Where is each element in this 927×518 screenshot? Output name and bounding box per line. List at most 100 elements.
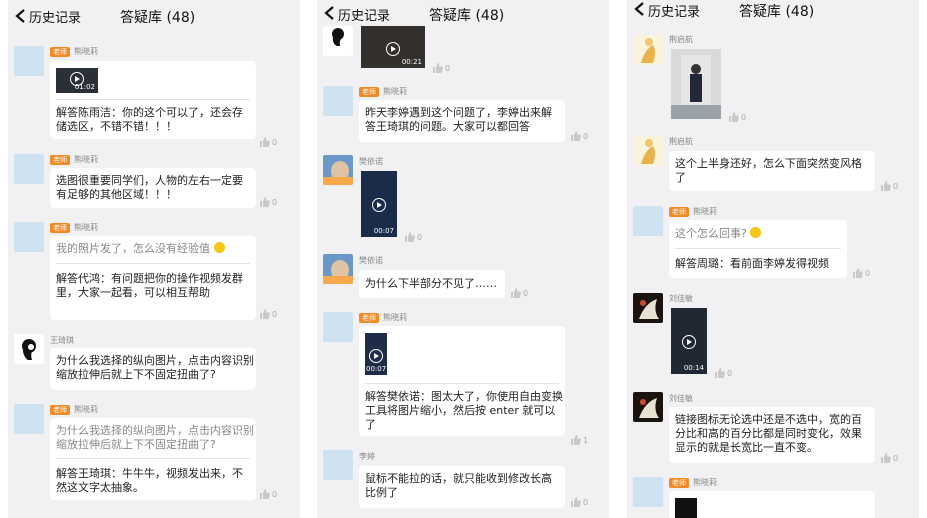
message-bubble: 为什么我选择的纵向图片，点击内容识别缩放拉伸后就上下不固定扭曲了? [50,348,256,390]
video-thumbnail[interactable] [675,498,697,518]
like-button[interactable]: 0 [260,137,277,149]
like-button[interactable]: 0 [433,63,450,75]
message-bubble: 00:07 解答樊依诺：图太大了，你使用自由变换工具将图片缩小，然后按 ente… [359,326,565,436]
like-button[interactable]: 0 [881,453,898,465]
like-button[interactable]: 0 [571,131,588,143]
like-button[interactable]: 0 [881,181,898,193]
divider [56,99,250,100]
avatar[interactable] [14,404,44,434]
history-link[interactable]: 历史记录 [648,1,700,20]
message-bubble: 选图很重要同学们，人物的左右一定要有足够的其他区域！！！ [50,168,256,208]
thumbs-up-icon [729,112,739,122]
author-name: 老师 熊晓莉 [669,207,717,217]
play-icon[interactable] [372,198,386,212]
page-title: 答疑库 (48) [429,8,505,24]
thumbs-up-icon [260,197,270,207]
like-button[interactable]: 0 [405,232,422,244]
play-icon[interactable] [369,349,383,363]
video-thumbnail[interactable]: 00:07 [365,333,387,375]
author-name: 李婷 [359,452,375,461]
video-thumbnail[interactable]: 00:14 [671,308,707,374]
answer-text: 解答樊依诺：图太大了，你使用自由变换工具将图片缩小，然后按 enter 就可以了 [365,390,563,431]
author-name: 荆启航 [669,137,693,146]
author-name: 樊依诺 [359,157,383,166]
like-button[interactable]: 0 [260,309,277,321]
message-text: 这个上半身还好，怎么下面突然变风格了 [675,157,862,184]
history-link[interactable]: 历史记录 [29,7,81,26]
message-bubble: 链接图标无论选中还是不选中，宽的百分比和高的百分比都是同时变化，效果显示的就是长… [669,407,875,463]
avatar[interactable] [14,46,44,76]
divider [365,383,559,384]
message-bubble: 为什么下半部分不见了…… [359,270,505,298]
teacher-badge: 老师 [50,47,70,57]
video-thumbnail[interactable]: 00:21 [361,26,425,68]
like-button[interactable]: 0 [729,112,746,124]
like-button[interactable]: 0 [260,197,277,209]
avatar[interactable] [633,136,663,166]
avatar[interactable] [323,86,353,116]
avatar[interactable] [633,293,663,323]
like-button[interactable]: 0 [571,497,588,509]
avatar[interactable] [14,334,44,364]
avatar[interactable] [14,222,44,252]
teacher-badge: 老师 [50,223,70,233]
like-button[interactable]: 0 [853,268,870,280]
author-name: 老师 熊晓莉 [669,478,717,488]
thumbs-up-icon [260,309,270,319]
back-chevron-icon[interactable] [323,6,337,20]
page-title: 答疑库 (48) [739,4,815,20]
message-text: 链接图标无论选中还是不选中，宽的百分比和高的百分比都是同时变化，效果显示的就是长… [675,413,862,454]
message-text: 昨天李婷遇到这个问题了，李婷出来解答王琦琪的问题。大家可以都回答 [365,106,552,133]
avatar[interactable] [323,26,353,56]
back-chevron-icon[interactable] [633,2,647,16]
play-icon[interactable] [682,335,696,349]
back-chevron-icon[interactable] [14,9,28,23]
author-name: 荆启航 [669,35,693,44]
like-button[interactable]: 0 [260,489,277,501]
like-button[interactable]: 0 [715,368,732,380]
message-text: 为什么我选择的纵向图片，点击内容识别缩放拉伸后就上下不固定扭曲了? [56,354,254,381]
thumbs-up-icon [260,137,270,147]
like-button[interactable]: 0 [511,288,528,300]
avatar[interactable] [633,392,663,422]
video-duration: 01:02 [74,83,95,91]
author-name: 老师 熊晓莉 [50,223,98,233]
teacher-badge: 老师 [359,87,379,97]
thumbs-up-icon [260,489,270,499]
author-name: 老师 熊晓莉 [359,313,407,323]
page-title: 答疑库 (48) [120,10,196,26]
avatar[interactable] [323,450,353,480]
avatar[interactable] [323,254,353,284]
avatar[interactable] [633,35,663,65]
avatar[interactable] [633,477,663,507]
sweat-smile-emoji-icon [213,242,225,253]
author-name: 樊依诺 [359,256,383,265]
author-name: 老师 熊晓莉 [50,405,98,415]
avatar[interactable] [323,155,353,185]
avatar[interactable] [14,154,44,184]
image-thumbnail[interactable] [671,49,721,119]
message-bubble: 我的照片发了，怎么没有经验值 解答代鸿：有问题把你的操作视频发群里，大家一起看，… [50,236,256,320]
message-bubble: 鼠标不能拉的话，就只能收到修改长高比例了 [359,466,565,508]
author-name: 老师 熊晓莉 [50,47,98,57]
answer-text: 解答代鸿：有问题把你的操作视频发群里，大家一起看，可以相互帮助 [56,272,243,299]
teacher-badge: 老师 [669,478,689,488]
answer-text: 解答周璐：看前面李婷发得视频 [675,257,829,270]
divider [56,458,250,459]
video-thumbnail[interactable]: 00:07 [361,171,397,237]
like-button[interactable]: 1 [571,435,588,447]
message-bubble: 这个怎么回事? 解答周璐：看前面李婷发得视频 [669,220,847,278]
top-bar: 历史记录 答疑库 (48) [627,0,919,24]
history-link[interactable]: 历史记录 [338,5,390,24]
video-duration: 00:14 [683,364,704,372]
video-duration: 00:21 [401,58,422,66]
divider [675,248,841,249]
thumbs-up-icon [571,131,581,141]
message-bubble: 昨天李婷遇到这个问题了，李婷出来解答王琦琪的问题。大家可以都回答 [359,100,565,142]
play-icon[interactable] [386,42,400,56]
thumbs-up-icon [853,268,863,278]
video-thumbnail[interactable]: 01:02 [56,68,98,93]
teacher-badge: 老师 [50,155,70,165]
avatar[interactable] [633,206,663,236]
avatar[interactable] [323,312,353,342]
